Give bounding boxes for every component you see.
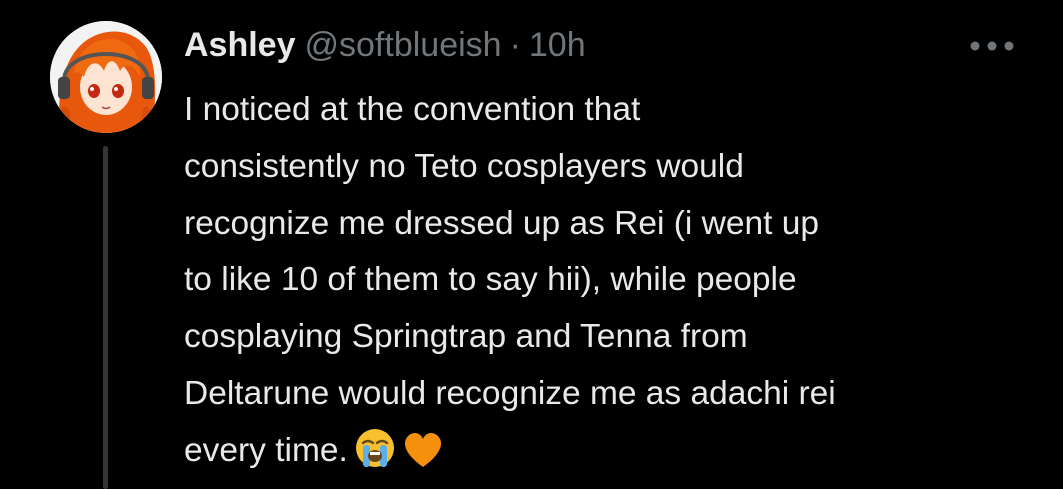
tweet[interactable]: Ashley @softblueish · 10h I noticed at t… (0, 0, 1063, 489)
orange-heart-icon (402, 429, 444, 488)
avatar[interactable] (50, 21, 162, 133)
tweet-header: Ashley @softblueish · 10h (184, 22, 586, 68)
loudly-crying-face-icon (354, 427, 396, 488)
thread-connector-line (103, 146, 108, 489)
tweet-text-line: consistently no Teto cosplayers would (184, 147, 744, 185)
more-options-button[interactable] (962, 26, 1022, 66)
timestamp[interactable]: 10h (529, 22, 586, 68)
tweet-text: I noticed at the convention that consist… (184, 82, 1004, 488)
tweet-text-line: cosplaying Springtrap and Tenna from (184, 318, 748, 356)
tweet-text-line: recognize me dressed up as Rei (i went u… (184, 204, 819, 242)
separator-dot: · (509, 26, 521, 64)
tweet-text-line: every time. (184, 431, 348, 469)
tweet-text-line: I noticed at the convention that (184, 91, 641, 128)
tweet-text-last-line: every time. (184, 423, 1004, 488)
avatar-image (50, 21, 162, 133)
tweet-text-line: to like 10 of them to say hii), while pe… (184, 261, 797, 299)
user-handle[interactable]: @softblueish (305, 22, 502, 68)
tweet-text-line: Deltarune would recognize me as adachi r… (184, 374, 836, 412)
display-name[interactable]: Ashley (184, 22, 296, 68)
more-dots-icon (970, 41, 1014, 51)
